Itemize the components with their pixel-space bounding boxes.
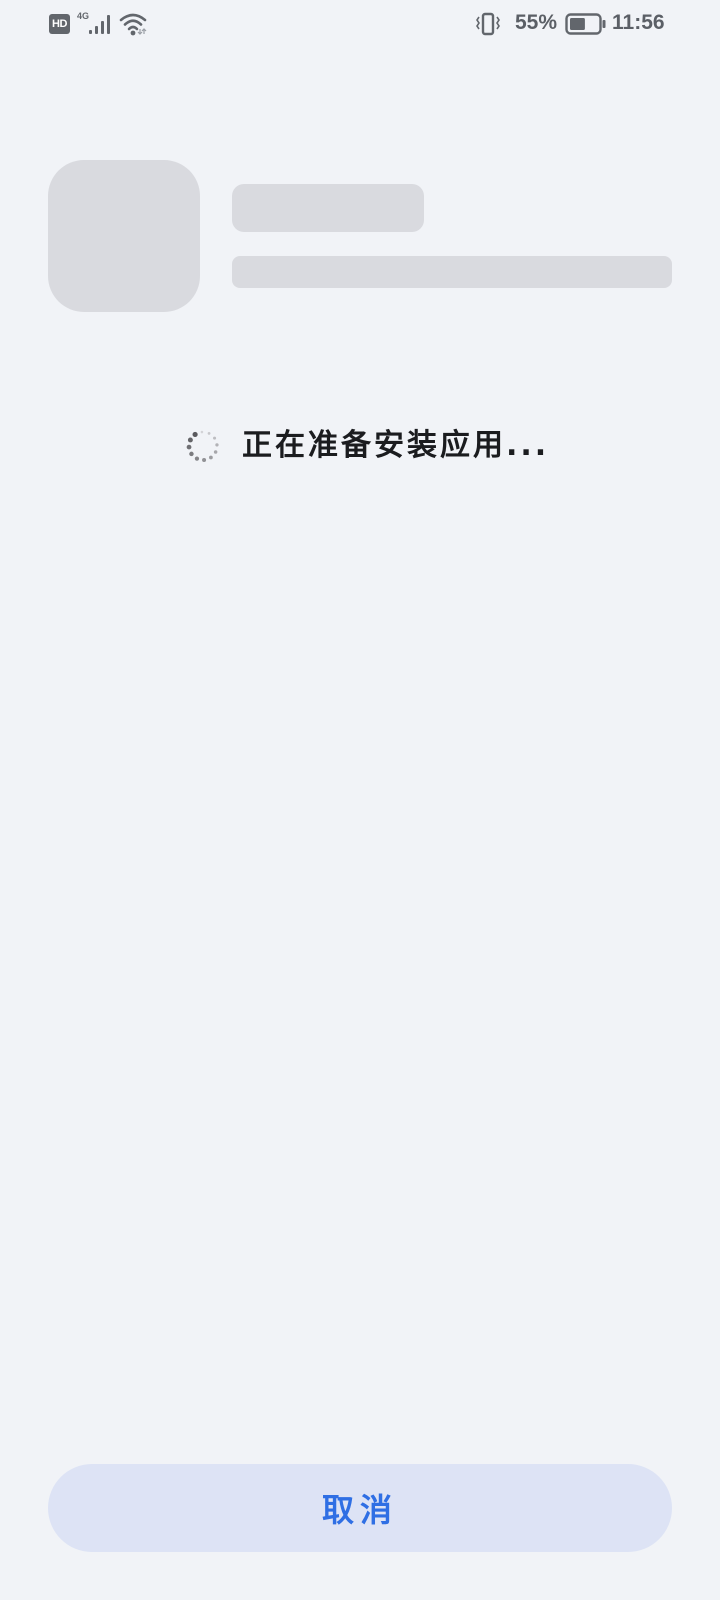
clock: 11:56 — [612, 11, 665, 34]
spinner-dot — [202, 457, 207, 462]
spinner-dot — [187, 437, 193, 443]
app-detail-placeholder — [232, 256, 672, 288]
spinner-dot — [209, 455, 213, 460]
cancel-button[interactable]: 取消 — [48, 1464, 672, 1552]
spinner-dot — [207, 431, 211, 435]
loading-spinner-icon — [186, 430, 219, 462]
status-bar: HD 4G 55% 11:56 — [0, 0, 720, 50]
app-icon-placeholder — [48, 160, 200, 312]
vibrate-mode-icon — [476, 12, 500, 36]
spinner-dot — [186, 444, 192, 450]
battery-percentage: 55% — [515, 11, 558, 34]
spinner-dot — [215, 443, 219, 447]
spinner-dot — [194, 456, 200, 461]
spinner-dot — [200, 430, 204, 434]
spinner-dot — [192, 431, 198, 438]
spinner-dot — [189, 451, 194, 457]
install-status-text: 正在准备安装应用... — [242, 428, 550, 463]
spinner-dot — [213, 450, 218, 454]
app-name-placeholder — [232, 184, 424, 232]
wifi-icon — [119, 13, 147, 36]
spinner-dot — [213, 436, 217, 440]
battery-icon — [565, 13, 606, 35]
hd-badge: HD — [49, 14, 70, 34]
cancel-button-label: 取消 — [321, 1491, 398, 1529]
cellular-signal-icon — [89, 15, 110, 34]
